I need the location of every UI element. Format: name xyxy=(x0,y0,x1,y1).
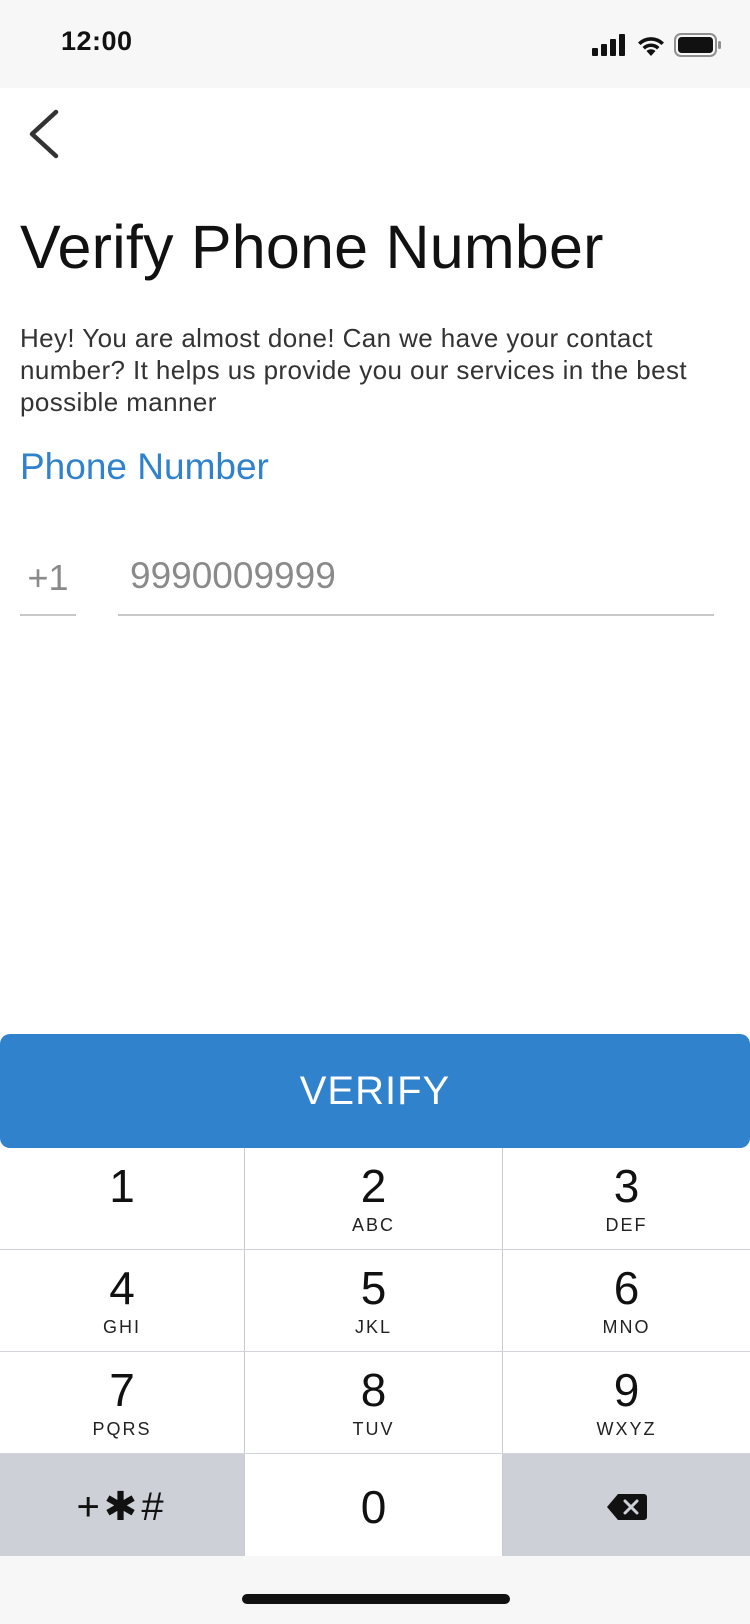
key-digit: 7 xyxy=(109,1363,135,1416)
key-delete[interactable] xyxy=(503,1454,750,1559)
key-digit: 5 xyxy=(360,1261,387,1314)
signal-icon xyxy=(592,34,625,56)
key-0[interactable]: 0 xyxy=(245,1454,503,1559)
page-title: Verify Phone Number xyxy=(20,213,604,281)
key-letters: DEF xyxy=(605,1214,648,1235)
key-1[interactable]: 1 xyxy=(0,1148,245,1249)
key-5[interactable]: 5 JKL xyxy=(245,1250,503,1351)
key-digit: 6 xyxy=(613,1261,640,1314)
key-digit: 1 xyxy=(109,1159,135,1212)
key-8[interactable]: 8 TUV xyxy=(245,1352,503,1453)
key-4[interactable]: 4 GHI xyxy=(0,1250,245,1351)
description-text: Hey! You are almost done! Can we have yo… xyxy=(20,323,687,417)
key-letters: WXYZ xyxy=(596,1418,657,1439)
status-time: 12:00 xyxy=(61,26,133,56)
key-symbols-label: +✱# xyxy=(76,1484,168,1529)
key-digit: 3 xyxy=(613,1159,640,1212)
key-letters: ABC xyxy=(351,1214,395,1235)
key-digit: 2 xyxy=(360,1159,387,1212)
key-2[interactable]: 2 ABC xyxy=(245,1148,503,1249)
back-button[interactable] xyxy=(24,108,68,160)
numeric-keypad: 1 2 ABC 3 DEF 4 GHI 5 JKL 6 MNO 7 PQRS 8… xyxy=(0,1148,750,1559)
key-6[interactable]: 6 MNO xyxy=(503,1250,750,1351)
home-indicator-area xyxy=(0,1556,750,1624)
key-digit: 4 xyxy=(109,1261,135,1314)
key-letters: MNO xyxy=(602,1316,651,1337)
status-bar: 12:00 xyxy=(0,0,750,88)
phone-number-label: Phone Number xyxy=(20,446,269,487)
country-code-selector[interactable]: +1 xyxy=(20,548,76,616)
key-9[interactable]: 9 WXYZ xyxy=(503,1352,750,1453)
phone-input[interactable] xyxy=(118,548,714,616)
key-digit: 8 xyxy=(360,1363,387,1416)
key-symbols[interactable]: +✱# xyxy=(0,1454,245,1559)
key-letters: TUV xyxy=(352,1418,395,1439)
status-icons xyxy=(592,30,722,60)
home-indicator[interactable] xyxy=(242,1594,510,1604)
chevron-left-icon xyxy=(29,109,59,159)
key-letters: GHI xyxy=(102,1316,141,1337)
verify-button[interactable]: VERIFY xyxy=(0,1034,750,1148)
wifi-icon xyxy=(638,37,664,56)
battery-icon xyxy=(674,33,721,57)
key-digit: 0 xyxy=(360,1480,387,1533)
key-letters: PQRS xyxy=(92,1418,152,1439)
key-3[interactable]: 3 DEF xyxy=(503,1148,750,1249)
country-code-value: +1 xyxy=(27,557,69,598)
key-7[interactable]: 7 PQRS xyxy=(0,1352,245,1453)
key-digit: 9 xyxy=(613,1363,640,1416)
key-letters: JKL xyxy=(354,1316,393,1337)
backspace-icon xyxy=(606,1493,647,1520)
